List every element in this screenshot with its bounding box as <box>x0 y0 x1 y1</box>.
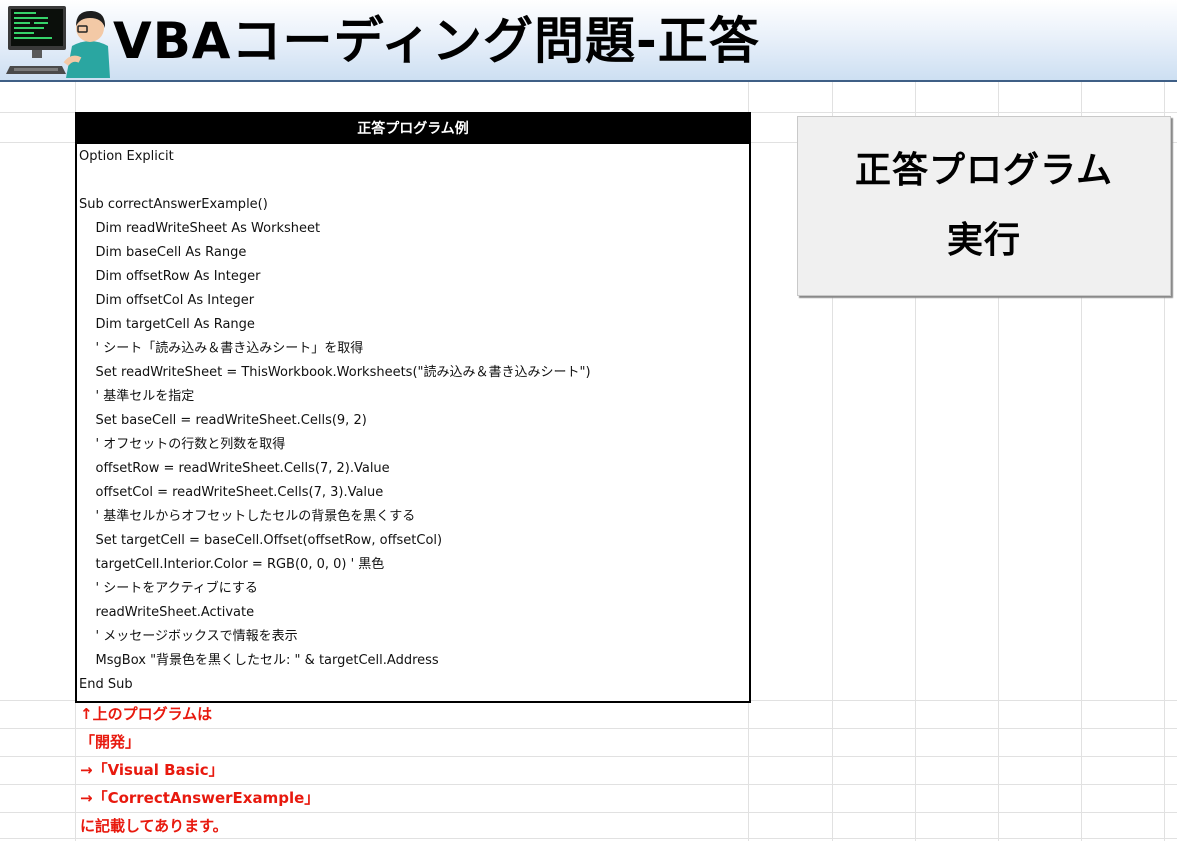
code-line: Set baseCell = readWriteSheet.Cells(9, 2… <box>79 413 367 428</box>
code-line: Dim targetCell As Range <box>79 317 255 332</box>
code-line: ' メッセージボックスで情報を表示 <box>79 629 298 644</box>
code-line: offsetCol = readWriteSheet.Cells(7, 3).V… <box>79 485 384 500</box>
programmer-at-computer-icon <box>6 6 110 78</box>
code-line: End Sub <box>79 677 133 692</box>
note-line: 「開発」 <box>80 733 141 751</box>
code-line: Set readWriteSheet = ThisWorkbook.Worksh… <box>79 365 591 380</box>
code-line: MsgBox "背景色を黒くしたセル: " & targetCell.Addre… <box>79 653 439 668</box>
header-banner: VBAコーディング問題-正答 <box>0 0 1177 82</box>
note-line: →「Visual Basic」 <box>80 761 224 779</box>
code-line: ' 基準セルを指定 <box>79 389 195 404</box>
note-line: ↑上のプログラムは <box>80 705 213 723</box>
code-line: Dim readWriteSheet As Worksheet <box>79 221 321 236</box>
code-line: ' オフセットの行数と列数を取得 <box>79 437 286 452</box>
code-line: targetCell.Interior.Color = RGB(0, 0, 0)… <box>79 557 385 572</box>
location-note: ↑上のプログラムは 「開発」 →「Visual Basic」 →「Correct… <box>80 700 319 840</box>
page-title: VBAコーディング問題-正答 <box>113 12 760 70</box>
note-line: →「CorrectAnswerExample」 <box>80 789 320 807</box>
code-line: Dim baseCell As Range <box>79 245 247 260</box>
code-line: ' シートをアクティブにする <box>79 581 258 596</box>
code-lines: Option Explicit Sub correctAnswerExample… <box>77 144 749 697</box>
run-button-label-line2: 実行 <box>946 220 1021 261</box>
code-line: Set targetCell = baseCell.Offset(offsetR… <box>79 533 443 548</box>
code-line: Sub correctAnswerExample() <box>79 197 268 212</box>
code-line: ' シート「読み込み＆書き込みシート」を取得 <box>79 341 364 356</box>
run-correct-program-button[interactable]: 正答プログラム 実行 <box>797 116 1171 296</box>
run-button-label-line1: 正答プログラム <box>855 150 1113 191</box>
code-listing-box: 正答プログラム例 Option Explicit Sub correctAnsw… <box>75 112 751 703</box>
code-line: offsetRow = readWriteSheet.Cells(7, 2).V… <box>79 461 390 476</box>
code-line: readWriteSheet.Activate <box>79 605 255 620</box>
code-line: Dim offsetRow As Integer <box>79 269 261 284</box>
note-line: に記載してあります。 <box>80 817 228 835</box>
code-listing-heading: 正答プログラム例 <box>77 114 749 144</box>
code-line: Option Explicit <box>79 149 174 164</box>
code-line: ' 基準セルからオフセットしたセルの背景色を黒くする <box>79 509 416 524</box>
code-line: Dim offsetCol As Integer <box>79 293 255 308</box>
